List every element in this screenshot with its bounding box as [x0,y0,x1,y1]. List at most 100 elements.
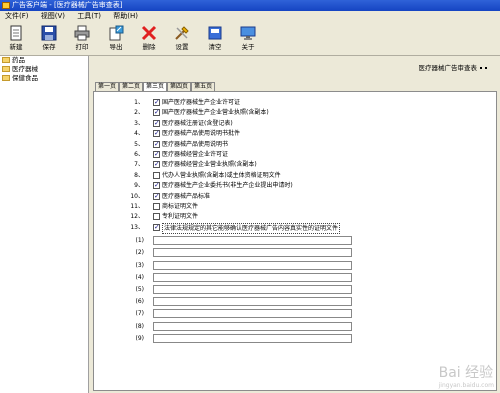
page-tabs: 第一页 第二页 第三页 第四页 第五页 [95,82,216,91]
checklist-checkbox[interactable] [153,98,160,107]
checklist-row: 3、 医疗器械注册证(含登记表) [94,119,498,128]
menu-tools[interactable]: 工具(T) [72,11,106,22]
extra-document-input[interactable] [153,321,352,331]
checklist-number: 1、 [134,99,144,106]
tab-page-2[interactable]: 第二页 [119,82,144,91]
extra-document-input[interactable] [153,248,352,258]
print-button-label: 打印 [75,43,89,51]
checklist-row: 12、 专利证明文件 [94,212,498,221]
checklist-number: 8、 [134,171,144,179]
tab-page-3[interactable]: 第三页 [143,82,168,91]
checklist-row: 13、 法律法规规定的其它能够确认医疗器械广告内容真实性的证明文件 [94,222,498,234]
checklist-label: 国产医疗器械生产企业营业执照(含副本) [162,109,269,117]
new-button-label: 新建 [9,43,23,51]
checklist-checkbox[interactable] [153,181,160,190]
tab-page-1[interactable]: 第一页 [95,82,120,91]
print-button[interactable]: 打印 [68,25,96,55]
save-button[interactable]: 保存 [35,25,63,55]
checklist-checkbox[interactable] [153,223,160,232]
settings-button[interactable]: 设置 [168,25,196,55]
export-button[interactable]: 导出 [102,25,130,55]
clear-button-label: 清空 [208,43,222,51]
checklist-row: 9、 医疗器械生产企业委托书(非生产企业提出申请时) [94,181,498,190]
extra-document-input[interactable] [153,272,352,282]
menu-bar: 文件(F) 视图(V) 工具(T) 帮助(H) [0,11,500,22]
checklist-label: 医疗器械产品使用说明书批件 [162,130,241,138]
delete-button[interactable]: 删除 [135,25,163,55]
checklist-checkbox[interactable] [153,192,160,201]
settings-button-label: 设置 [175,43,189,51]
extra-document-number: (4) [135,273,145,281]
checklist-number: 4、 [134,130,144,138]
extra-document-number: (8) [135,322,145,330]
checklist-row: 2、 国产医疗器械生产企业营业执照(含副本) [94,108,498,117]
checklist-checkbox[interactable] [153,160,160,169]
about-monitor-icon [240,26,256,40]
export-icon [109,25,124,41]
tab-page-5[interactable]: 第五页 [191,82,216,91]
checklist-checkbox[interactable] [153,108,160,117]
extra-document-row: (7) [94,309,498,319]
document-title-text: 医疗器械广告审查表 [418,64,478,72]
checklist-label: 代办人营业执照(含副本)或主体资格证明文件 [162,171,281,179]
toolbar: 新建 保存 打印 导出 删除 设置 清空 关于 [0,22,500,56]
extra-document-input[interactable] [153,236,352,246]
checklist-number: 10、 [130,192,144,200]
menu-help[interactable]: 帮助(H) [108,11,143,22]
folder-icon [2,75,10,81]
checklist-number: 13、 [130,223,144,231]
checklist-label: 医疗器械生产企业委托书(非生产企业提出申请时) [162,182,293,190]
about-button[interactable]: 关于 [234,25,262,55]
checklist-number: 11、 [130,203,144,210]
checklist-row: 4、 医疗器械产品使用说明书批件 [94,129,498,138]
checklist-checkbox[interactable] [153,171,160,179]
checklist-checkbox[interactable] [153,150,160,159]
checklist-number: 6、 [134,151,144,158]
folder-icon [2,57,10,63]
checklist-checkbox[interactable] [153,119,160,128]
checklist-label: 专利证明文件 [162,213,199,221]
new-button[interactable]: 新建 [2,25,30,55]
checklist-checkbox[interactable] [153,213,160,221]
checklist-checkbox[interactable] [153,129,160,138]
tree-item-drugs[interactable]: 药品 [0,56,88,65]
checklist-number: 5、 [134,140,144,148]
delete-x-icon [141,25,157,41]
checklist-row: 6、 医疗器械经营企业许可证 [94,150,498,159]
checklist-row: 11、 商标证明文件 [94,202,498,211]
checklist-checkbox[interactable] [153,203,160,210]
export-button-label: 导出 [109,43,123,51]
extra-document-input[interactable] [153,285,352,294]
checklist-number: 9、 [134,182,144,190]
extra-document-input[interactable] [153,297,352,307]
menu-file[interactable]: 文件(F) [0,11,34,22]
extra-document-number: (2) [135,249,145,257]
extra-document-row: (1) [94,236,498,246]
extra-document-input[interactable] [153,260,352,270]
settings-tools-icon [175,26,189,40]
checklist-checkbox[interactable] [153,140,160,149]
checklist-label: 国产医疗器械生产企业许可证 [162,99,241,106]
print-icon [74,25,90,41]
app-icon [2,2,10,9]
extra-document-row: (9) [94,333,498,343]
checklist-row: 5、 医疗器械产品使用说明书 [94,140,498,149]
menu-view[interactable]: 视图(V) [36,11,70,22]
tab-page-4[interactable]: 第四页 [167,82,192,91]
extra-document-row: (6) [94,297,498,307]
tree-item-health-foods[interactable]: 保健食品 [0,74,88,83]
baidu-watermark: Bai 经验 jingyan.baidu.com [439,362,494,389]
delete-button-label: 删除 [142,43,156,51]
extra-document-input[interactable] [153,309,352,319]
extra-document-number: (7) [135,310,145,318]
extra-document-input[interactable] [153,333,352,343]
checklist-row: 10、 医疗器械产品标准 [94,192,498,201]
clear-button[interactable]: 清空 [201,25,229,55]
checklist-label: 医疗器械经营企业许可证 [162,151,229,158]
save-icon [41,25,57,41]
tree-item-label: 保健食品 [12,74,38,82]
extra-document-row: (8) [94,321,498,331]
tree-item-medical-devices[interactable]: 医疗器械 [0,65,88,74]
checklist-row: 8、 代办人营业执照(含副本)或主体资格证明文件 [94,171,498,180]
extra-document-row: (2) [94,248,498,258]
